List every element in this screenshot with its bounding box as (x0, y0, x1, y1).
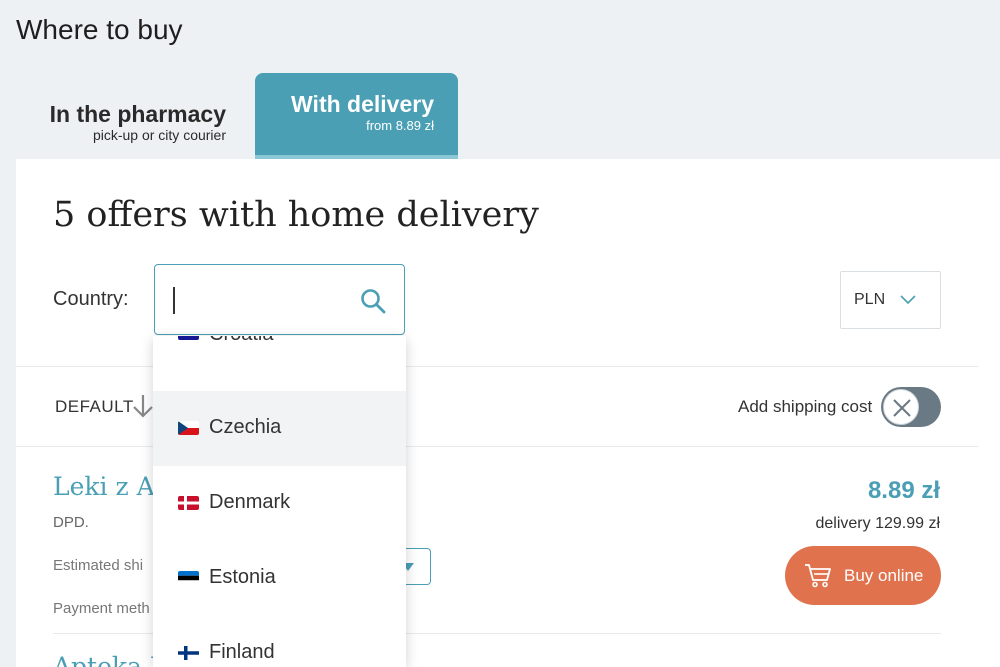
country-option-label: Czechia (209, 416, 282, 438)
offer-delivery-price: delivery 129.99 zł (815, 515, 940, 532)
page-title: Where to buy (16, 14, 183, 45)
country-option-estonia[interactable]: Estonia (153, 541, 406, 616)
denmark-flag-icon (178, 496, 199, 510)
country-option-label: Croatia (209, 336, 273, 346)
close-icon (893, 399, 911, 417)
shipping-cost-toggle[interactable] (881, 387, 941, 427)
estonia-flag-icon (178, 571, 199, 585)
country-option-denmark[interactable]: Denmark (153, 466, 406, 541)
currency-value: PLN (854, 291, 886, 308)
tab-subtitle: from 8.89 zł (366, 118, 434, 133)
country-label: Country: (53, 288, 129, 310)
search-icon[interactable] (359, 287, 387, 315)
country-option-czechia[interactable]: Czechia (153, 391, 406, 466)
buy-online-button[interactable]: Buy online (785, 546, 941, 605)
text-caret (173, 287, 175, 314)
cart-icon (805, 564, 831, 588)
country-option-label: Denmark (209, 491, 291, 513)
country-dropdown[interactable]: Croatia Czechia Denmark Estonia Finland (153, 336, 406, 667)
country-option-finland[interactable]: Finland (153, 616, 406, 667)
buy-online-label: Buy online (844, 566, 924, 585)
country-option-croatia[interactable]: Croatia (153, 336, 406, 391)
finland-flag-icon (178, 646, 199, 660)
country-search-input[interactable] (171, 283, 351, 317)
tab-title: With delivery (291, 91, 434, 117)
tab-in-the-pharmacy[interactable]: In the pharmacy pick-up or city courier (16, 73, 256, 159)
tab-title: In the pharmacy (49, 101, 226, 127)
offer-payment-label: Payment meth (53, 600, 150, 617)
country-option-label: Finland (209, 641, 275, 663)
currency-select[interactable]: PLN (840, 271, 941, 329)
croatia-flag-icon (178, 336, 199, 340)
shipping-cost-label: Add shipping cost (738, 397, 873, 416)
toggle-knob (883, 389, 919, 425)
offer-price: 8.89 zł (867, 477, 940, 504)
arrow-down-icon[interactable] (131, 393, 155, 419)
country-option-label: Estonia (209, 566, 276, 588)
country-search-field[interactable] (154, 264, 405, 335)
offer-carrier: DPD. (53, 514, 89, 531)
chevron-down-icon (900, 295, 916, 305)
czechia-flag-icon (178, 421, 199, 435)
tab-subtitle: pick-up or city courier (92, 127, 226, 143)
offers-heading: 5 offers with home delivery (53, 195, 539, 235)
tab-with-delivery[interactable]: With delivery from 8.89 zł (255, 73, 458, 159)
offer-shipping-label: Estimated shi (53, 557, 144, 574)
sort-label[interactable]: DEFAULT (55, 397, 134, 417)
